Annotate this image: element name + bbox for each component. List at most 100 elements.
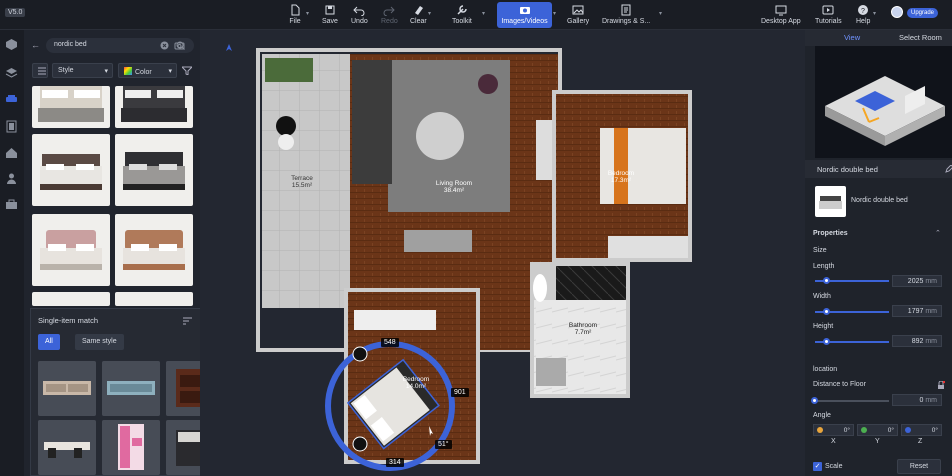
redo-button[interactable]: Redo [381, 2, 398, 28]
save-button[interactable]: Save [322, 2, 338, 28]
color-dropdown[interactable]: Color ▾ [118, 63, 177, 78]
dimension-tag[interactable]: 548 [381, 338, 399, 347]
living-room-sofa [352, 60, 392, 184]
angle-z-input[interactable]: 0° [901, 424, 942, 436]
tab-select-room[interactable]: Select Room [899, 33, 942, 42]
dimension-tag[interactable]: 901 [451, 388, 469, 397]
match-item[interactable] [102, 361, 160, 416]
match-item[interactable] [102, 420, 160, 475]
angle-x-input[interactable]: 0° [813, 424, 854, 436]
search-icon[interactable] [176, 41, 185, 50]
width-label: Width [813, 293, 831, 300]
edit-icon[interactable] [945, 165, 952, 173]
bed-thumbnail[interactable] [32, 214, 110, 286]
height-input[interactable]: 892 mm [892, 335, 942, 347]
file-button[interactable]: File [289, 2, 301, 28]
bed-thumbnail[interactable] [115, 86, 193, 128]
layers-icon[interactable] [5, 66, 18, 79]
length-input[interactable]: 2025 mm [892, 275, 942, 287]
floorplan[interactable] [200, 30, 805, 476]
drawings-button[interactable]: Drawings & S... [602, 2, 650, 28]
object-name: Nordic double bed [851, 197, 908, 204]
bed-thumbnail[interactable] [32, 134, 110, 206]
search-input[interactable]: nordic bed [46, 38, 194, 53]
back-arrow-icon[interactable]: ← [31, 40, 40, 50]
slider-knob[interactable] [823, 338, 830, 345]
armchair [478, 74, 498, 94]
height-slider[interactable] [815, 338, 889, 345]
chevron-down-icon[interactable]: ▾ [306, 10, 309, 17]
sort-icon[interactable] [183, 317, 192, 325]
desktop-app-button[interactable]: Desktop App [761, 2, 801, 28]
tab-all[interactable]: All [38, 334, 60, 350]
bed-thumbnail[interactable] [115, 292, 193, 306]
width-slider[interactable] [815, 308, 889, 315]
bed-thumbnail[interactable] [115, 214, 193, 286]
door-icon[interactable] [5, 120, 18, 133]
axis-y-label: Y [875, 438, 880, 445]
clear-search-icon[interactable] [160, 41, 169, 50]
reset-button[interactable]: Reset [897, 459, 941, 474]
distance-slider[interactable] [811, 397, 889, 404]
bed-thumbnail[interactable] [32, 86, 110, 128]
gallery-icon [572, 5, 584, 15]
slider-knob[interactable] [811, 397, 818, 404]
chevron-down-icon[interactable]: ▾ [553, 10, 556, 17]
images-videos-button[interactable]: Images/Videos [497, 2, 552, 28]
shelf [536, 120, 552, 180]
room-label: Terrace 15.5m² [291, 175, 313, 189]
upgrade-button[interactable]: Upgrade [907, 8, 939, 18]
bed-image [40, 154, 102, 190]
rotate-handle[interactable] [352, 346, 368, 362]
help-button[interactable]: ? Help [856, 2, 870, 28]
floorplan-canvas[interactable]: Terrace 15.5m² Living Room 38.4m² Bedroom 1… [200, 30, 805, 476]
user-icon[interactable] [5, 172, 18, 185]
filter-icon[interactable] [182, 66, 192, 75]
chevron-down-icon[interactable]: ▾ [873, 10, 876, 17]
tab-same-style[interactable]: Same style [75, 334, 124, 350]
wardrobe-image [102, 420, 160, 475]
rotate-handle[interactable] [352, 436, 368, 452]
x-axis-icon [817, 427, 823, 433]
sofa-icon[interactable] [5, 92, 18, 105]
grid-view-toggle[interactable] [32, 63, 48, 78]
clear-button[interactable]: Clear [410, 2, 427, 28]
width-input[interactable]: 1797 mm [892, 305, 942, 317]
chevron-down-icon: ▾ [104, 68, 108, 75]
lock-icon[interactable] [937, 381, 945, 389]
gallery-button[interactable]: Gallery [567, 2, 589, 28]
match-item[interactable] [38, 420, 96, 475]
distance-input[interactable]: 0 mm [892, 394, 942, 406]
bed-thumbnail[interactable] [115, 134, 193, 206]
length-slider[interactable] [815, 277, 889, 284]
house-icon[interactable] [5, 146, 18, 159]
style-dropdown[interactable]: Style ▾ [52, 63, 113, 78]
left-toolbar [0, 30, 24, 476]
redo-icon [383, 6, 396, 16]
slider-knob[interactable] [823, 277, 830, 284]
3d-preview[interactable] [815, 46, 952, 158]
chevron-down-icon[interactable]: ▾ [482, 10, 485, 17]
coffee-table [416, 112, 464, 160]
match-item[interactable] [38, 361, 96, 416]
rotation-tag[interactable]: 51° [435, 440, 452, 449]
scale-checkbox[interactable]: ✓ [813, 462, 822, 471]
angle-y-input[interactable]: 0° [857, 424, 898, 436]
file-icon [291, 4, 300, 16]
tv-cabinet-image [38, 361, 96, 416]
chevron-down-icon[interactable]: ▾ [659, 10, 662, 17]
toolkit-button[interactable]: Toolkit [452, 2, 472, 28]
bathtub [536, 358, 566, 386]
toolbox-icon[interactable] [5, 198, 18, 211]
tutorials-button[interactable]: Tutorials [815, 2, 842, 28]
tab-view[interactable]: View [844, 33, 860, 42]
undo-button[interactable]: Undo [351, 2, 368, 28]
room-label: Bathroom 7.7m² [568, 322, 598, 336]
bed-thumbnail[interactable] [32, 292, 110, 306]
chevron-up-icon[interactable]: ⌃ [935, 229, 941, 237]
cube-icon[interactable] [5, 38, 18, 51]
dimension-tag[interactable]: 314 [386, 458, 404, 467]
slider-knob[interactable] [823, 308, 830, 315]
chevron-down-icon[interactable]: ▾ [428, 10, 431, 17]
avatar[interactable] [891, 6, 903, 18]
